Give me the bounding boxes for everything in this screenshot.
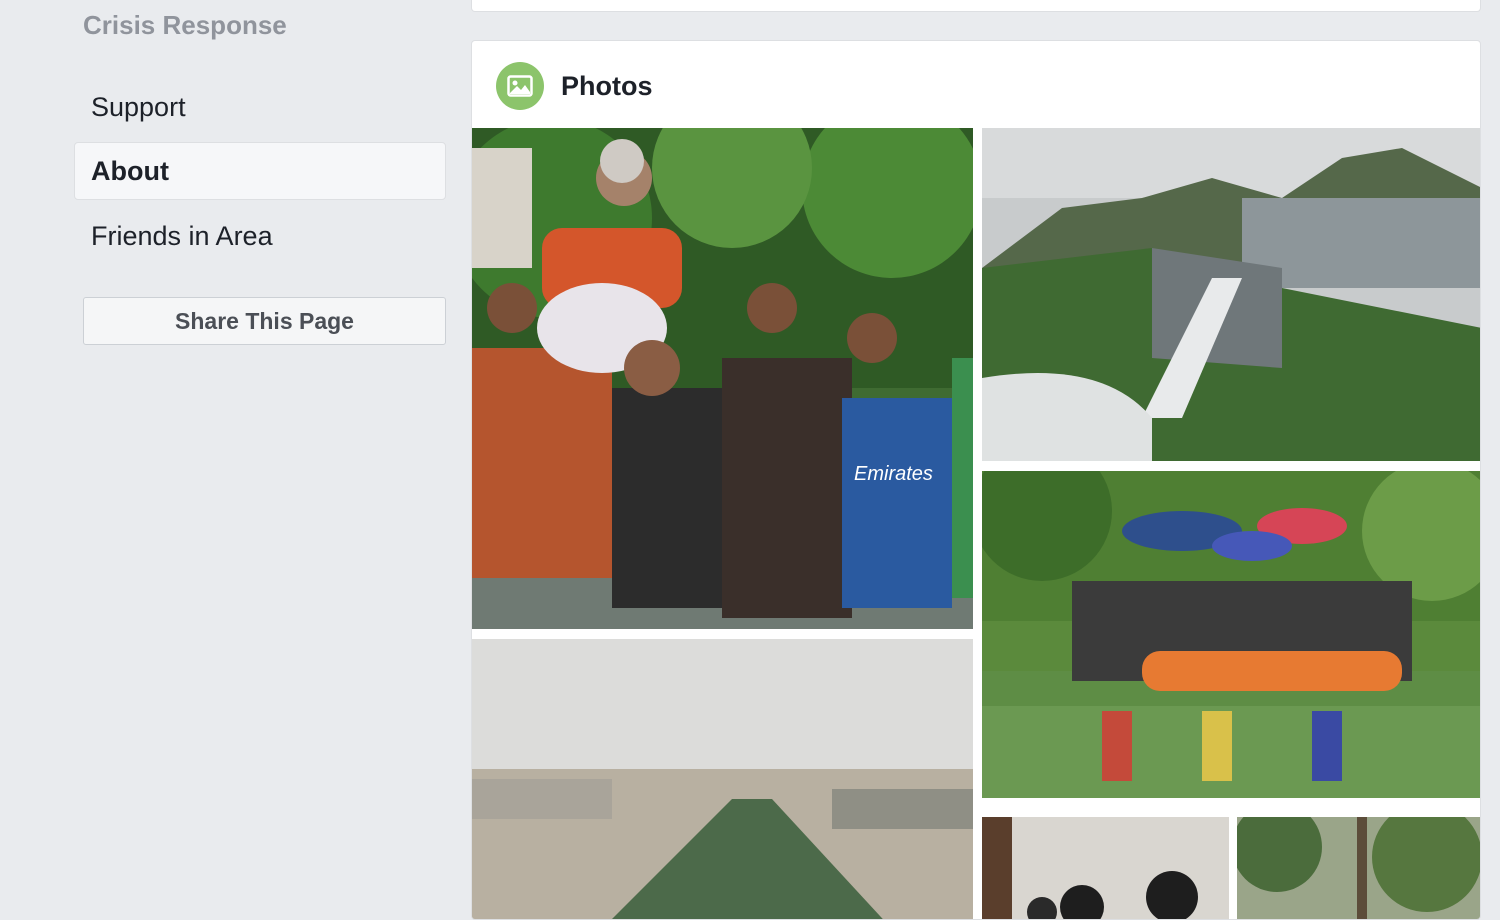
- photo-flood-rescue-elderly-woman[interactable]: Emirates: [472, 128, 973, 629]
- top-card: [471, 0, 1481, 12]
- photos-card: Photos Emirates: [471, 40, 1481, 920]
- crisis-response-title[interactable]: Crisis Response: [83, 10, 287, 41]
- sidebar-item-support[interactable]: Support: [74, 78, 446, 136]
- photo-people-indoors[interactable]: [982, 817, 1229, 919]
- sidebar-item-about[interactable]: About: [74, 142, 446, 200]
- photos-title[interactable]: Photos: [561, 71, 653, 102]
- sidebar-item-friends-in-area[interactable]: Friends in Area: [74, 207, 446, 265]
- photo-icon: [496, 62, 544, 110]
- photo-trees-outdoors[interactable]: [1237, 817, 1480, 919]
- sidebar: Crisis Response Support About Friends in…: [0, 0, 460, 900]
- photo-rescue-boat-umbrellas[interactable]: [982, 471, 1480, 798]
- photo-dam-spillway[interactable]: [982, 128, 1480, 461]
- photos-header: Photos: [496, 61, 653, 111]
- jersey-text: Emirates: [854, 463, 933, 485]
- photo-aerial-flooded-city[interactable]: [472, 639, 973, 919]
- share-this-page-button[interactable]: Share This Page: [83, 297, 446, 345]
